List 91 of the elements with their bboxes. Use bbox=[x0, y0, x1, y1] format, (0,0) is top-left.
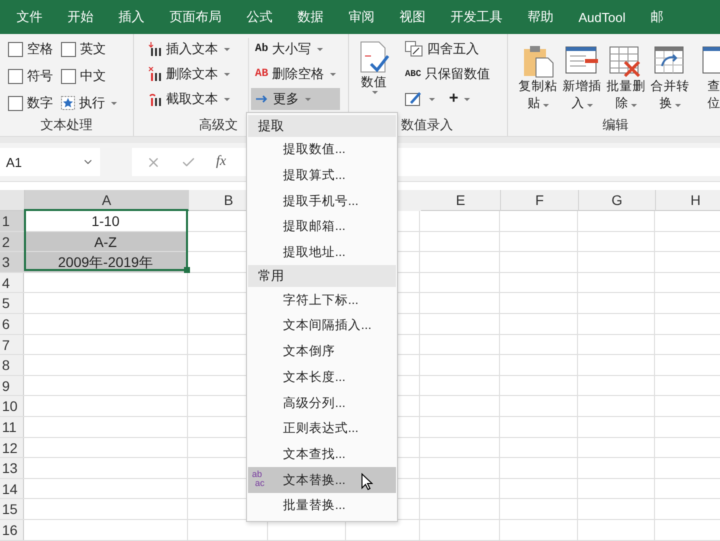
text-icon: AB bbox=[255, 68, 268, 80]
menu-item[interactable]: 文本长度... bbox=[248, 364, 396, 390]
ribbon-tab[interactable]: 页面布局 bbox=[157, 8, 234, 26]
menu-item[interactable]: 文本查找... bbox=[248, 442, 396, 468]
row-header[interactable]: 16 bbox=[0, 520, 24, 540]
delete-bars-icon bbox=[148, 67, 162, 81]
column-header[interactable]: G bbox=[579, 190, 656, 211]
ribbon-tab[interactable]: 邮 bbox=[638, 8, 676, 26]
insert-bars-icon bbox=[148, 42, 162, 56]
group-label: 文本处理 bbox=[40, 116, 94, 134]
row-header[interactable]: 13 bbox=[0, 458, 24, 478]
pencil-table-icon bbox=[405, 91, 423, 107]
ribbon-button[interactable]: 删除文本 bbox=[144, 63, 234, 85]
checkbox-option[interactable]: 中文 bbox=[57, 65, 121, 88]
group-label: 高级文 bbox=[199, 116, 238, 134]
ribbon-button[interactable]: 更多 bbox=[251, 88, 340, 110]
row-header[interactable]: 10 bbox=[0, 396, 24, 416]
ribbon-tab[interactable]: AudTool bbox=[566, 10, 638, 24]
checkbox[interactable] bbox=[8, 42, 23, 56]
menu-item[interactable]: 字符上下标... bbox=[248, 287, 396, 314]
text-icon: Ab bbox=[255, 43, 268, 55]
ribbon-tab[interactable]: 开始 bbox=[55, 8, 106, 26]
text-icon: ABC bbox=[405, 69, 422, 79]
ribbon-button[interactable]: ABC 只保留数值 bbox=[401, 63, 494, 85]
row-header[interactable]: 4 bbox=[0, 272, 24, 292]
row-header[interactable]: 6 bbox=[0, 314, 24, 334]
fill-handle[interactable] bbox=[184, 267, 190, 273]
replace-text-icon: ab ac bbox=[252, 470, 265, 488]
group-label: 编辑 bbox=[602, 116, 630, 134]
menu-item[interactable]: 文本倒序 bbox=[248, 338, 396, 364]
row-header[interactable]: 11 bbox=[0, 416, 24, 437]
ribbon-tab[interactable]: 帮助 bbox=[515, 8, 566, 26]
ribbon-button[interactable]: 批量删 除 bbox=[604, 38, 648, 116]
ribbon-tab[interactable]: 开发工具 bbox=[438, 8, 515, 26]
ribbon-button[interactable]: 合并转 换 bbox=[648, 38, 692, 116]
ribbon-button[interactable]: 插入文本 bbox=[144, 38, 234, 60]
clipboard-icon bbox=[521, 44, 555, 78]
document-check-icon bbox=[359, 40, 389, 74]
row-header[interactable]: 8 bbox=[0, 355, 24, 375]
ribbon-button[interactable]: Ab 大小写 bbox=[251, 38, 340, 60]
ribbon-tab[interactable]: 插入 bbox=[106, 8, 157, 26]
menu-item[interactable]: 高级分列... bbox=[248, 390, 396, 416]
checkbox[interactable] bbox=[61, 42, 76, 56]
menu-item[interactable]: 批量替换... bbox=[248, 492, 396, 519]
menu-item[interactable]: ab ac 文本替换... bbox=[248, 467, 396, 493]
ribbon-tab[interactable]: 文件 bbox=[4, 8, 55, 26]
column-header[interactable]: E bbox=[421, 190, 501, 211]
ribbon-tab[interactable]: 数据 bbox=[285, 8, 336, 26]
checkbox-option[interactable]: 符号 bbox=[4, 65, 57, 88]
row-header[interactable]: 7 bbox=[0, 334, 24, 354]
ribbon-button[interactable]: 复制粘 贴 bbox=[516, 38, 560, 116]
checkbox[interactable] bbox=[8, 68, 23, 84]
row-header[interactable]: 12 bbox=[0, 438, 24, 458]
row-header[interactable]: 3 bbox=[0, 252, 24, 272]
ribbon-button[interactable]: 查 位 bbox=[692, 38, 720, 116]
run-button[interactable]: 执行 bbox=[57, 92, 121, 114]
menu-item[interactable]: 文本间隔插入... bbox=[248, 313, 396, 339]
row-header[interactable]: 9 bbox=[0, 376, 24, 396]
row-header[interactable]: 2 bbox=[0, 232, 24, 252]
ribbon-button[interactable]: 截取文本 bbox=[144, 88, 234, 110]
checkbox[interactable] bbox=[8, 96, 23, 111]
group-label: 数值录入 bbox=[401, 116, 453, 134]
checkbox[interactable] bbox=[61, 68, 76, 84]
row-header[interactable]: 5 bbox=[0, 293, 24, 313]
star-icon bbox=[61, 96, 75, 110]
menu-section-heading: 提取 bbox=[248, 115, 396, 137]
function-label[interactable]: fx bbox=[216, 154, 226, 170]
ribbon-button[interactable]: 四舍五入 bbox=[401, 38, 494, 60]
ribbon-tab[interactable]: 公式 bbox=[234, 8, 285, 26]
column-header[interactable]: F bbox=[501, 190, 579, 211]
ribbon-button[interactable]: AB 删除空格 bbox=[251, 63, 340, 85]
table-cell: A-Z bbox=[24, 232, 187, 252]
cut-bars-icon bbox=[148, 92, 162, 106]
plus-dropdown[interactable]: + bbox=[445, 88, 474, 110]
row-header[interactable]: 15 bbox=[0, 499, 24, 519]
row-header[interactable]: 1 bbox=[0, 211, 24, 231]
menu-section-heading: 常用 bbox=[248, 265, 396, 288]
checkbox-option[interactable]: 空格 bbox=[4, 38, 57, 60]
column-header[interactable]: A bbox=[25, 190, 189, 211]
menu-item[interactable]: 正则表达式... bbox=[248, 416, 396, 442]
menu-item[interactable]: 提取邮箱... bbox=[248, 214, 396, 240]
ribbon-tab[interactable]: 视图 bbox=[387, 8, 438, 26]
grid-delete-icon bbox=[609, 44, 643, 78]
ribbon-tab[interactable]: 审阅 bbox=[336, 8, 387, 26]
ribbon-button[interactable]: 新增插 入 bbox=[560, 38, 604, 116]
checkbox-option[interactable]: 数字 bbox=[4, 92, 57, 114]
mouse-cursor-icon bbox=[361, 473, 373, 492]
checkbox-option[interactable]: 英文 bbox=[57, 38, 121, 60]
menu-item[interactable]: 提取地址... bbox=[248, 240, 396, 266]
name-box[interactable]: A1 bbox=[0, 148, 100, 176]
row-header[interactable]: 14 bbox=[0, 478, 24, 498]
